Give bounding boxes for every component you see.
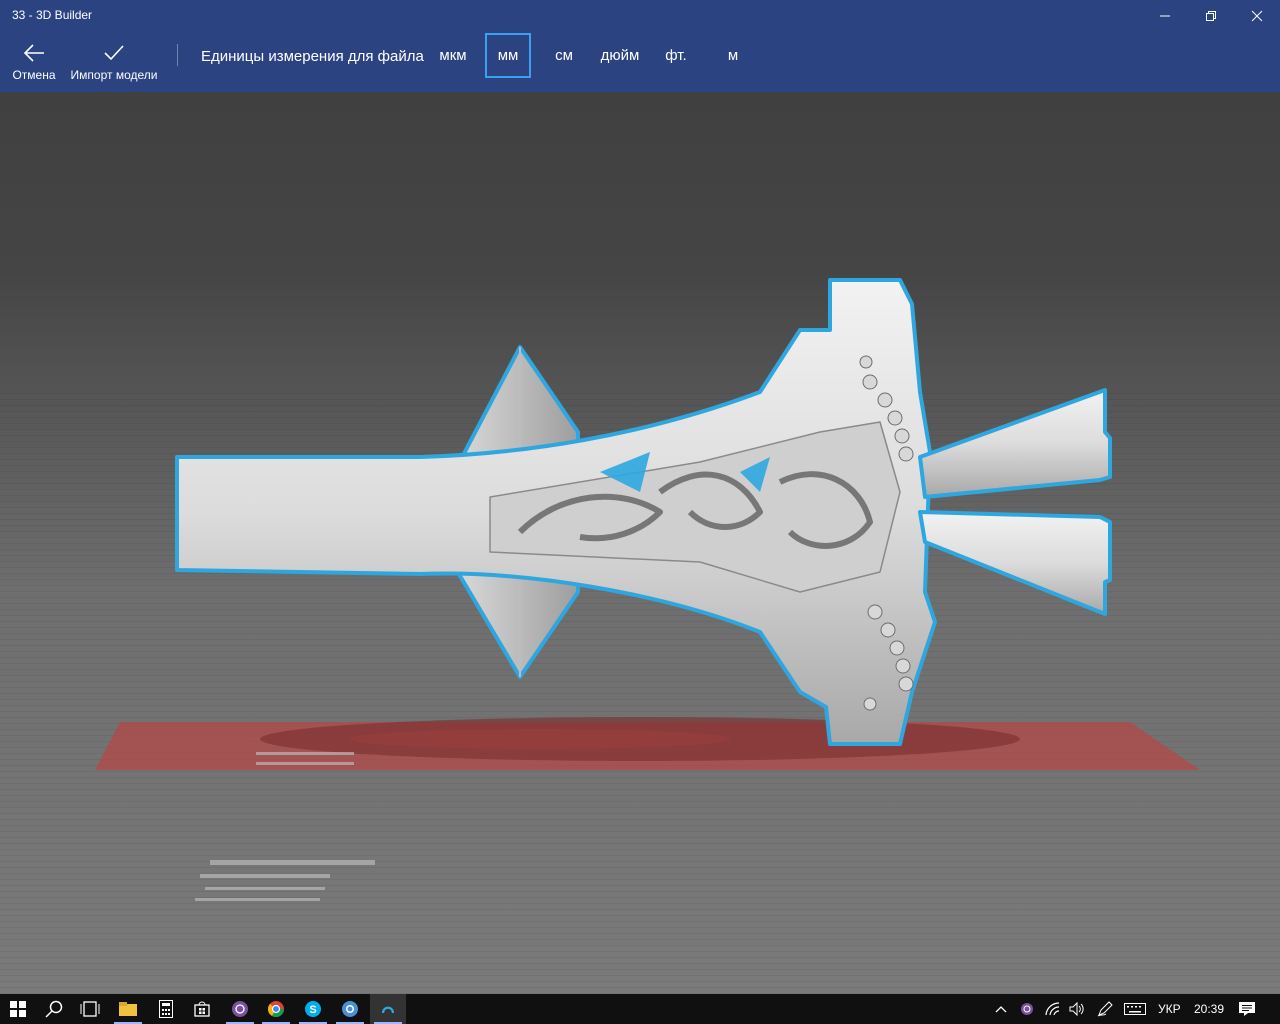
grid-scale-marks bbox=[195, 752, 375, 901]
tray-show-hidden-button[interactable] bbox=[988, 994, 1014, 1024]
3d-viewport[interactable] bbox=[0, 92, 1280, 994]
taskbar-chromium[interactable] bbox=[332, 994, 368, 1024]
chevron-up-icon bbox=[995, 1006, 1007, 1013]
minimize-button[interactable] bbox=[1142, 0, 1188, 32]
keyboard-icon bbox=[1124, 1003, 1146, 1015]
wifi-icon bbox=[1045, 1002, 1060, 1016]
skype-icon: S bbox=[305, 1001, 321, 1017]
taskbar-skype[interactable]: S bbox=[295, 994, 331, 1024]
unit-option-mm[interactable]: мм bbox=[485, 33, 531, 78]
start-button[interactable] bbox=[0, 994, 36, 1024]
ring-prong-lower bbox=[918, 510, 1112, 616]
store-icon bbox=[194, 1001, 210, 1017]
chromium-icon bbox=[342, 1001, 358, 1017]
cancel-button[interactable]: Отмена bbox=[8, 32, 60, 92]
import-toolbar: Отмена Импорт модели Единицы измерения д… bbox=[0, 32, 1280, 92]
checkmark-icon bbox=[104, 45, 124, 61]
search-icon bbox=[45, 1000, 63, 1018]
restore-icon bbox=[1206, 11, 1216, 21]
close-icon bbox=[1251, 10, 1263, 22]
close-button[interactable] bbox=[1234, 0, 1280, 32]
pen-icon bbox=[1097, 1001, 1113, 1017]
unit-option-ft[interactable]: фт. bbox=[653, 33, 699, 78]
3d-builder-icon bbox=[381, 1006, 395, 1014]
cancel-label: Отмена bbox=[12, 68, 56, 82]
toolbar-separator bbox=[177, 44, 178, 66]
import-model-label: Импорт модели bbox=[70, 68, 158, 82]
window-title: 33 - 3D Builder bbox=[12, 8, 93, 22]
viber-icon bbox=[232, 1001, 248, 1017]
windows-start-icon bbox=[10, 1001, 26, 1017]
action-center-button[interactable] bbox=[1232, 994, 1262, 1024]
unit-option-m[interactable]: м bbox=[710, 33, 756, 78]
file-explorer-icon bbox=[119, 1002, 137, 1016]
taskbar-3d-builder[interactable] bbox=[370, 994, 406, 1024]
speaker-icon bbox=[1069, 1002, 1084, 1016]
taskbar-chrome[interactable] bbox=[258, 994, 294, 1024]
title-bar: 33 - 3D Builder bbox=[0, 0, 1280, 32]
taskbar-calculator[interactable] bbox=[148, 994, 184, 1024]
ring-prong-upper bbox=[918, 388, 1112, 499]
tray-pen[interactable] bbox=[1092, 994, 1118, 1024]
task-view-button[interactable] bbox=[72, 994, 108, 1024]
unit-option-cm[interactable]: см bbox=[541, 33, 587, 78]
svg-text:S: S bbox=[309, 1004, 316, 1016]
notifications-icon bbox=[1239, 1002, 1255, 1016]
unit-option-mkm[interactable]: мкм bbox=[430, 33, 476, 78]
tray-volume[interactable] bbox=[1064, 994, 1090, 1024]
tray-clock[interactable]: 20:39 bbox=[1194, 1002, 1224, 1016]
tray-touch-keyboard[interactable] bbox=[1120, 994, 1150, 1024]
unit-option-inch[interactable]: дюйм bbox=[597, 33, 643, 78]
taskbar: S УКР 20:39 bbox=[0, 994, 1280, 1024]
tray-viber[interactable] bbox=[1014, 994, 1040, 1024]
ring-model[interactable] bbox=[175, 278, 1112, 746]
calculator-icon bbox=[159, 1000, 173, 1018]
taskbar-viber[interactable] bbox=[222, 994, 258, 1024]
model-shadow-inner bbox=[350, 729, 730, 749]
scene bbox=[95, 278, 1200, 901]
chrome-icon bbox=[267, 1001, 285, 1018]
minimize-icon bbox=[1160, 15, 1170, 17]
back-arrow-icon bbox=[23, 44, 44, 62]
task-view-icon bbox=[80, 1001, 100, 1017]
import-model-button[interactable]: Импорт модели bbox=[68, 32, 160, 92]
units-label: Единицы измерения для файла bbox=[201, 48, 424, 65]
restore-button[interactable] bbox=[1188, 0, 1234, 32]
search-button[interactable] bbox=[36, 994, 72, 1024]
taskbar-store[interactable] bbox=[184, 994, 220, 1024]
tray-network[interactable] bbox=[1040, 994, 1066, 1024]
taskbar-file-explorer[interactable] bbox=[110, 994, 146, 1024]
viber-tray-icon bbox=[1021, 1003, 1033, 1015]
tray-language[interactable]: УКР bbox=[1158, 1002, 1181, 1016]
